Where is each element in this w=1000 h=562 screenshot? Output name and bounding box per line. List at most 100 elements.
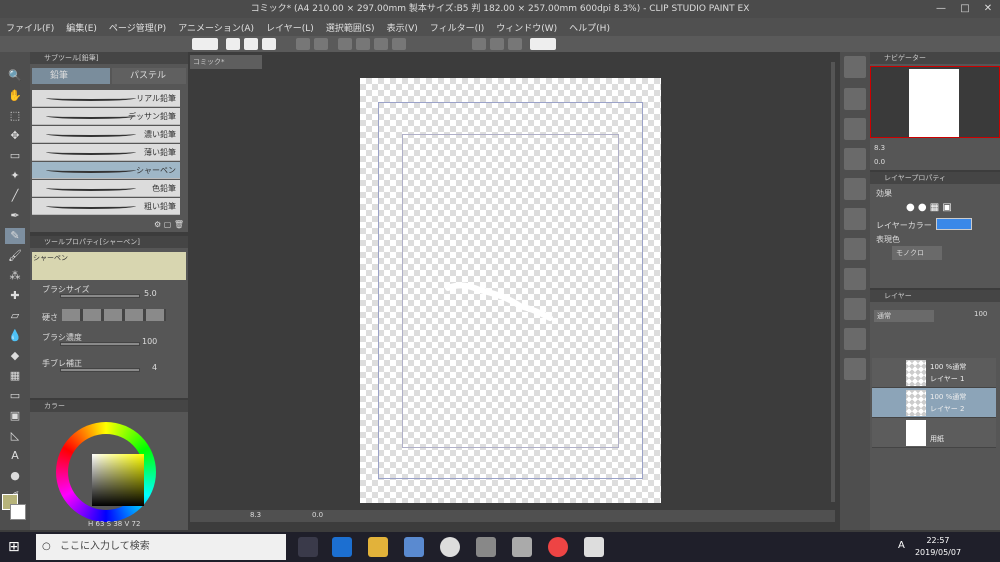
saturation-value-square[interactable]: [92, 454, 144, 506]
new-file-icon[interactable]: [226, 38, 240, 50]
clip-studio-paint-icon[interactable]: [584, 537, 604, 557]
taskbar-search-input[interactable]: ○ ここに入力して検索: [36, 534, 286, 560]
zoom-value[interactable]: 8.3: [250, 511, 261, 519]
menu-animation[interactable]: アニメーション(A): [178, 21, 254, 34]
hardness-selector[interactable]: [62, 309, 166, 321]
clip-studio-app-icon[interactable]: [476, 537, 496, 557]
decoration-icon[interactable]: ✚: [5, 288, 25, 304]
save-icon[interactable]: [262, 38, 276, 50]
material-icon[interactable]: [844, 208, 866, 230]
menu-page[interactable]: ページ管理(P): [109, 21, 166, 34]
sub-color-swatch[interactable]: [10, 504, 26, 520]
material-icon[interactable]: [844, 88, 866, 110]
fill-tool-icon[interactable]: ◆: [5, 348, 25, 364]
snap-icon[interactable]: [490, 38, 504, 50]
navigator-angle[interactable]: 0.0: [874, 158, 885, 166]
menu-filter[interactable]: フィルター(I): [430, 21, 485, 34]
effect-icons[interactable]: ● ● ▦ ▣: [906, 202, 976, 216]
search-icon[interactable]: [844, 56, 866, 78]
text-icon[interactable]: A: [5, 448, 25, 464]
brush-icon[interactable]: 🖌: [5, 248, 25, 264]
task-view-icon[interactable]: [298, 537, 318, 557]
blend-mode-select[interactable]: 通常: [874, 310, 934, 322]
stabilizer-slider[interactable]: [60, 368, 140, 372]
ruler-icon[interactable]: [472, 38, 486, 50]
windows-start-icon[interactable]: ⊞: [8, 539, 24, 555]
menu-file[interactable]: ファイル(F): [6, 21, 54, 34]
ruler-tool-icon[interactable]: ◺: [5, 428, 25, 444]
frame-icon[interactable]: ▣: [5, 408, 25, 424]
menu-view[interactable]: 表示(V): [387, 21, 418, 34]
material-icon[interactable]: [844, 148, 866, 170]
layer-row[interactable]: 100 %通常 レイヤー 2: [872, 388, 996, 418]
operation-icon[interactable]: ⬚: [5, 108, 25, 124]
menu-layer[interactable]: レイヤー(L): [266, 21, 314, 34]
minimize-icon[interactable]: —: [930, 0, 952, 18]
material-icon[interactable]: [844, 268, 866, 290]
density-slider[interactable]: [60, 342, 140, 346]
chrome-icon[interactable]: [548, 537, 568, 557]
eraser-icon[interactable]: [374, 38, 388, 50]
balloon-icon[interactable]: ●: [5, 468, 25, 484]
redo-icon[interactable]: [314, 38, 328, 50]
move-icon[interactable]: ✥: [5, 128, 25, 144]
brush-item-dark-pencil[interactable]: 濃い鉛筆: [32, 126, 180, 143]
stabilizer-value[interactable]: 4: [152, 363, 157, 372]
fill-icon[interactable]: [356, 38, 370, 50]
tab-document[interactable]: コミック*: [190, 55, 262, 69]
zoom-icon[interactable]: 🔍: [5, 68, 25, 84]
undo-icon[interactable]: [296, 38, 310, 50]
explorer-icon[interactable]: [368, 537, 388, 557]
material-icon[interactable]: [844, 298, 866, 320]
density-value[interactable]: 100: [142, 337, 157, 346]
layer-color-swatch[interactable]: [936, 218, 972, 230]
figure-icon[interactable]: ▭: [5, 388, 25, 404]
tab-pencil[interactable]: 鉛筆: [32, 68, 110, 84]
brush-size-slider[interactable]: [60, 294, 140, 298]
brush-item-light-pencil[interactable]: 薄い鉛筆: [32, 144, 180, 161]
menu-edit[interactable]: 編集(E): [66, 21, 97, 34]
material-icon[interactable]: [844, 118, 866, 140]
pencil-icon[interactable]: ✎: [5, 228, 25, 244]
blend-icon[interactable]: 💧: [5, 328, 25, 344]
material-icon[interactable]: [844, 358, 866, 380]
gradient-icon[interactable]: ▦: [5, 368, 25, 384]
edge-icon[interactable]: [332, 537, 352, 557]
color-wheel[interactable]: [56, 422, 156, 522]
layer-tab[interactable]: レイヤー: [870, 290, 1000, 302]
vertical-scrollbar[interactable]: [831, 62, 835, 502]
clip-studio-icon[interactable]: [192, 38, 218, 50]
brush-item-rough-pencil[interactable]: 粗い鉛筆: [32, 198, 180, 215]
material-icon[interactable]: [844, 328, 866, 350]
material-icon[interactable]: [844, 238, 866, 260]
auto-select-icon[interactable]: ✦: [5, 168, 25, 184]
airbrush-icon[interactable]: ⁂: [5, 268, 25, 284]
brush-item-sketch-pencil[interactable]: デッサン鉛筆: [32, 108, 180, 125]
sub-tool-actions-icon[interactable]: ⚙ ▢ 🗑: [154, 220, 184, 230]
store-icon[interactable]: [404, 537, 424, 557]
tab-pastel[interactable]: パステル: [112, 68, 186, 84]
open-file-icon[interactable]: [244, 38, 258, 50]
layer-row[interactable]: 用紙: [872, 418, 996, 448]
pen-icon[interactable]: ✒: [5, 208, 25, 224]
hand-icon[interactable]: ✋: [5, 88, 25, 104]
ime-indicator[interactable]: A: [898, 540, 905, 551]
maximize-icon[interactable]: □: [954, 0, 976, 18]
menu-selection[interactable]: 選択範囲(S): [326, 21, 375, 34]
clear-icon[interactable]: [338, 38, 352, 50]
j-app-icon[interactable]: [512, 537, 532, 557]
menu-help[interactable]: ヘルプ(H): [569, 21, 610, 34]
selection-icon[interactable]: ▭: [5, 148, 25, 164]
menu-window[interactable]: ウィンドウ(W): [496, 21, 557, 34]
snap-ruler-icon[interactable]: [508, 38, 522, 50]
close-icon[interactable]: ✕: [977, 0, 999, 18]
navigator-zoom[interactable]: 8.3: [874, 144, 885, 152]
canvas-paper[interactable]: [360, 78, 661, 503]
app-icon[interactable]: [440, 537, 460, 557]
brush-size-value[interactable]: 5.0: [144, 289, 157, 298]
material-icon[interactable]: [844, 178, 866, 200]
taskbar-clock[interactable]: 22:57 2019/05/07: [910, 535, 966, 559]
angle-value[interactable]: 0.0: [312, 511, 323, 519]
brush-item-real-pencil[interactable]: リアル鉛筆: [32, 90, 180, 107]
eraser-tool-icon[interactable]: ▱: [5, 308, 25, 324]
